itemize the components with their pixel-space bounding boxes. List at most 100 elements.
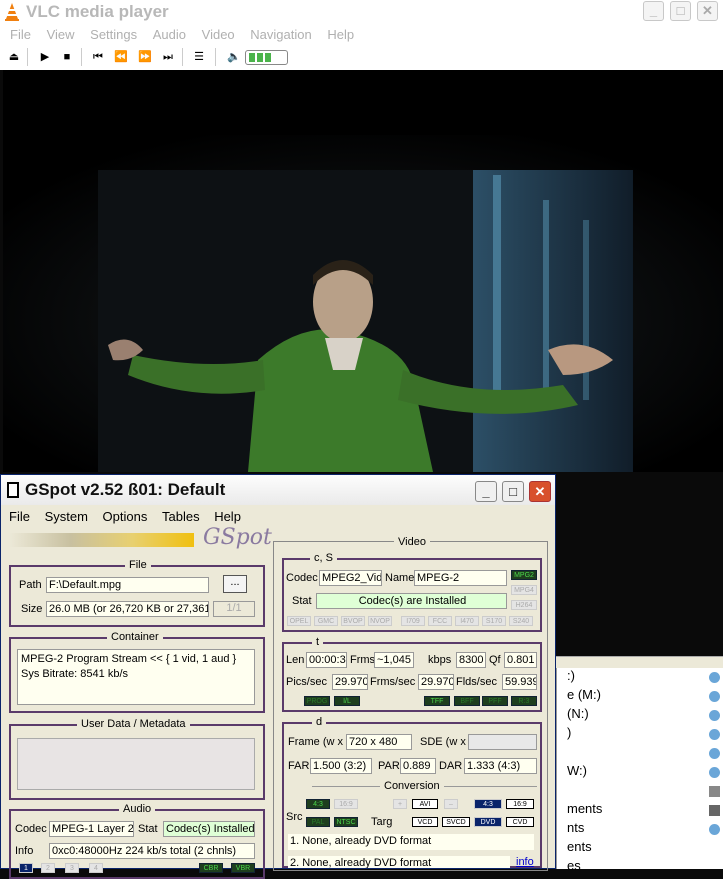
audio-codec-label: Codec (15, 823, 47, 835)
menu-video[interactable]: Video (202, 27, 235, 42)
next-icon[interactable]: ⏭ (160, 49, 176, 65)
scan-chip: BFF (454, 696, 480, 706)
audio-stat-field: Codec(s) Installed (163, 821, 255, 837)
side-item[interactable]: :) (567, 668, 575, 683)
stop-icon[interactable]: ■ (59, 49, 75, 65)
frame-label: Frame (w x (288, 736, 343, 748)
targ-label: Targ (371, 816, 393, 828)
kbps-label: kbps (428, 654, 452, 666)
vlc-toolbar: ⏏ ▶ ■ ⏮ ⏪ ⏩ ⏭ ☰ 🔈 (0, 45, 723, 70)
gspot-window: GSpot v2.52 ß01: Default _ □ ✕ File Syst… (0, 474, 556, 879)
side-item[interactable]: ) (567, 725, 571, 740)
targ-chip[interactable]: 16:9 (506, 799, 534, 809)
audio-tab[interactable]: 4 (89, 863, 103, 873)
targ-chip[interactable]: SVCD (442, 817, 470, 827)
side-item[interactable]: ments (567, 801, 602, 816)
par-field: 0.889 (400, 758, 436, 774)
side-item[interactable]: ents (567, 839, 592, 854)
audio-tab[interactable]: 3 (65, 863, 79, 873)
menu-help[interactable]: Help (327, 27, 354, 42)
targ-chip[interactable]: 4:3 (474, 799, 502, 809)
maximize-button[interactable]: □ (670, 1, 691, 21)
userdata-group: User Data / Metadata (9, 718, 265, 800)
audio-tab[interactable]: 1 (19, 863, 33, 873)
container-line: Sys Bitrate: 8541 kb/s (21, 668, 128, 680)
video-group: Video c, S Codec MPEG2_Vid Name MPEG-2 M… (273, 536, 548, 871)
fmt-chip: MPG2 (511, 570, 537, 580)
page-indicator: 1/1 (213, 601, 255, 617)
play-icon[interactable]: ▶ (37, 49, 53, 65)
dar-label: DAR (439, 760, 463, 772)
scan-chip: R:3 (511, 696, 537, 706)
userdata-box (17, 738, 255, 790)
browse-button[interactable]: ... (223, 575, 247, 593)
side-item[interactable]: (N:) (567, 706, 589, 721)
gspot-menu-bar: File System Options Tables Help (1, 507, 555, 527)
gs-menu-file[interactable]: File (9, 509, 30, 524)
targ-chip[interactable]: AVI (412, 799, 438, 809)
scan-chip: PFF (482, 696, 508, 706)
previous-icon[interactable]: ⏮ (90, 49, 106, 65)
audio-tab[interactable]: 2 (41, 863, 55, 873)
gs-menu-system[interactable]: System (45, 509, 88, 524)
scan-chip: I/L (334, 696, 360, 706)
par-label: PAR (378, 760, 400, 772)
menu-settings[interactable]: Settings (90, 27, 137, 42)
frmssec-label: Frms/sec (370, 676, 416, 688)
gs-menu-help[interactable]: Help (214, 509, 241, 524)
disk-icons (709, 672, 721, 867)
targ-chip[interactable]: + (393, 799, 407, 809)
far-label: FAR (288, 760, 310, 772)
size-label: Size (21, 603, 43, 615)
vlc-title-bar: VLC media player _ □ ✕ (0, 0, 723, 24)
side-item[interactable]: es (567, 858, 581, 873)
rewind-icon[interactable]: ⏪ (113, 49, 129, 65)
minimize-button[interactable]: _ (643, 1, 664, 21)
speaker-icon[interactable]: 🔈 (226, 49, 242, 65)
gspot-close-button[interactable]: ✕ (529, 481, 551, 502)
audio-codec-field: MPEG-1 Layer 2 (49, 821, 134, 837)
path-field[interactable]: F:\Default.mpg (46, 577, 209, 593)
vlc-cone-icon (5, 3, 19, 21)
info-link[interactable]: info (516, 856, 534, 868)
userdata-group-title: User Data / Metadata (77, 718, 190, 730)
menu-navigation[interactable]: Navigation (250, 27, 311, 42)
side-item[interactable]: W:) (567, 763, 587, 778)
src-chip: 16:9 (334, 799, 358, 809)
video-image (3, 70, 723, 472)
gs-menu-options[interactable]: Options (103, 509, 148, 524)
d-title: d (312, 716, 327, 728)
video-stat-label: Stat (292, 595, 312, 607)
gs-menu-tables[interactable]: Tables (162, 509, 200, 524)
targ-chip[interactable]: CVD (506, 817, 534, 827)
gspot-title-bar: GSpot v2.52 ß01: Default _ □ ✕ (1, 475, 555, 505)
pics-label: Pics/sec (286, 676, 327, 688)
container-group-title: Container (107, 631, 163, 643)
container-line: MPEG-2 Program Stream << { 1 vid, 1 aud … (21, 653, 237, 665)
side-item[interactable]: e (M:) (567, 687, 601, 702)
side-item[interactable]: nts (567, 820, 584, 835)
eject-icon[interactable]: ⏏ (6, 49, 22, 65)
targ-chip[interactable]: DVD (474, 817, 502, 827)
playlist-icon[interactable]: ☰ (191, 49, 207, 65)
video-frame[interactable] (3, 70, 723, 472)
gspot-maximize-button[interactable]: □ (502, 481, 524, 502)
targ-chip[interactable]: – (444, 799, 458, 809)
far-field: 1.500 (3:2) (310, 758, 372, 774)
sde-label: SDE (w x (420, 736, 466, 748)
video-group-title: Video (394, 536, 430, 548)
menu-audio[interactable]: Audio (153, 27, 186, 42)
video-codec-group: c, S Codec MPEG2_Vid Name MPEG-2 MPG2 MP… (282, 552, 542, 632)
targ-chip[interactable]: VCD (412, 817, 438, 827)
menu-view[interactable]: View (47, 27, 75, 42)
fast-forward-icon[interactable]: ⏩ (137, 49, 153, 65)
src-label: Src (286, 811, 303, 823)
volume-slider[interactable] (245, 50, 288, 65)
conversion-title: Conversion (380, 780, 444, 792)
gspot-minimize-button[interactable]: _ (475, 481, 497, 502)
menu-file[interactable]: File (10, 27, 31, 42)
close-button[interactable]: ✕ (697, 1, 718, 21)
flag-chip: FCC (428, 616, 452, 626)
scan-chip: TFF (424, 696, 450, 706)
video-codec-field: MPEG2_Vid (319, 570, 382, 586)
